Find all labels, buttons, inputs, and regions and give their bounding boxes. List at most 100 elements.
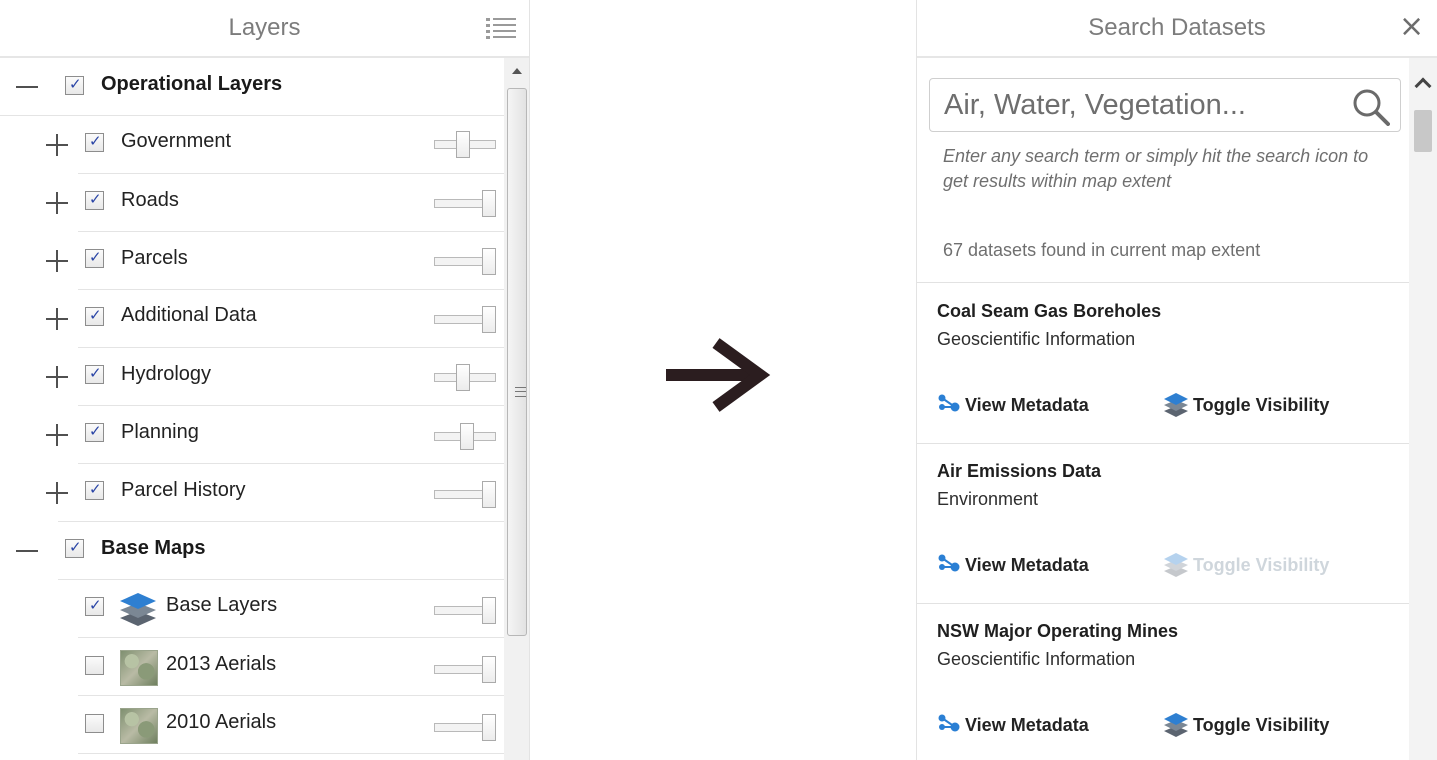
expand-icon[interactable] (46, 308, 68, 330)
toggle-visibility-button[interactable]: Toggle Visibility (1163, 551, 1329, 579)
view-metadata-button[interactable]: View Metadata (937, 711, 1089, 739)
search-box (929, 78, 1401, 132)
toggle-visibility-label: Toggle Visibility (1193, 394, 1330, 415)
view-metadata-button[interactable]: View Metadata (937, 551, 1089, 579)
layers-stack-icon (120, 593, 156, 626)
collapse-icon[interactable] (16, 540, 38, 562)
opacity-slider[interactable] (434, 423, 496, 451)
list-icon[interactable] (486, 17, 516, 41)
layer-checkbox[interactable] (85, 422, 104, 442)
close-icon[interactable]: × (1399, 12, 1424, 42)
slider-thumb[interactable] (482, 306, 496, 333)
basemap-row: 2010 Aerials (0, 696, 504, 754)
expand-icon[interactable] (46, 192, 68, 214)
result-card: Air Emissions Data Environment View Meta… (917, 443, 1409, 604)
layer-label: 2013 Aerials (166, 653, 277, 675)
layer-row: Parcel History (0, 464, 504, 522)
layer-group-basemaps: Base Maps (0, 522, 504, 580)
slider-thumb[interactable] (456, 131, 470, 158)
scrollbar-thumb[interactable] (507, 88, 527, 636)
layer-row: Roads (0, 174, 504, 232)
opacity-slider[interactable] (434, 597, 496, 625)
aerial-thumbnail (120, 708, 158, 744)
group-checkbox[interactable] (65, 538, 84, 558)
metadata-icon (938, 394, 960, 412)
layer-checkbox[interactable] (85, 596, 104, 616)
slider-thumb[interactable] (482, 190, 496, 217)
toggle-visibility-button[interactable]: Toggle Visibility (1163, 391, 1329, 419)
layer-checkbox[interactable] (85, 480, 104, 500)
search-hint: Enter any search term or simply hit the … (943, 146, 1369, 191)
slider-thumb[interactable] (460, 423, 474, 450)
result-count: 67 datasets found in current map extent (943, 240, 1261, 260)
slider-thumb[interactable] (482, 597, 496, 624)
layer-checkbox[interactable] (85, 190, 104, 210)
result-title: Coal Seam Gas Boreholes (937, 301, 1162, 321)
slider-thumb[interactable] (456, 364, 470, 391)
layer-checkbox[interactable] (85, 714, 104, 733)
scrollbar-thumb[interactable] (1414, 110, 1432, 152)
expand-icon[interactable] (46, 424, 68, 446)
result-category: Geoscientific Information (937, 329, 1136, 349)
result-category: Geoscientific Information (937, 649, 1136, 669)
opacity-slider[interactable] (434, 714, 496, 742)
layers-stack-icon (1164, 553, 1188, 577)
view-metadata-label: View Metadata (965, 714, 1089, 735)
slider-thumb[interactable] (482, 714, 496, 741)
layer-label: Parcels (121, 247, 188, 269)
view-metadata-button[interactable]: View Metadata (937, 391, 1089, 419)
opacity-slider[interactable] (434, 190, 496, 218)
search-input[interactable] (944, 85, 1334, 125)
layer-checkbox[interactable] (85, 132, 104, 152)
layer-checkbox[interactable] (85, 656, 104, 675)
search-icon[interactable] (1352, 88, 1390, 126)
layer-checkbox[interactable] (85, 364, 104, 384)
layers-scrollbar[interactable] (504, 58, 529, 760)
metadata-icon (938, 714, 960, 732)
opacity-slider[interactable] (434, 306, 496, 334)
basemap-row: 2013 Aerials (0, 638, 504, 696)
expand-icon[interactable] (46, 366, 68, 388)
slider-thumb[interactable] (482, 656, 496, 683)
expand-icon[interactable] (46, 482, 68, 504)
result-title: Air Emissions Data (937, 461, 1102, 481)
layer-label: Government (121, 130, 232, 152)
opacity-slider[interactable] (434, 131, 496, 159)
grip-icon (515, 387, 526, 397)
layer-label: Parcel History (121, 479, 246, 501)
layers-panel: Layers Operational Layers Government (0, 0, 530, 760)
layer-label: Hydrology (121, 363, 212, 385)
layers-stack-icon (1164, 713, 1188, 737)
opacity-slider[interactable] (434, 656, 496, 684)
aerial-thumbnail (120, 650, 158, 686)
layer-label: Roads (121, 189, 179, 211)
expand-icon[interactable] (46, 250, 68, 272)
layer-row: Additional Data (0, 290, 504, 348)
scroll-up-icon[interactable] (512, 68, 522, 74)
chevron-up-icon[interactable] (1414, 77, 1432, 95)
toggle-visibility-label: Toggle Visibility (1193, 714, 1330, 735)
group-checkbox[interactable] (65, 75, 84, 95)
search-panel-title: Search Datasets (1088, 14, 1266, 41)
toggle-visibility-label: Toggle Visibility (1193, 554, 1330, 575)
layer-label: 2010 Aerials (166, 711, 277, 733)
layer-checkbox[interactable] (85, 306, 104, 326)
collapse-icon[interactable] (16, 76, 38, 98)
opacity-slider[interactable] (434, 364, 496, 392)
opacity-slider[interactable] (434, 248, 496, 276)
right-arrow-icon (666, 338, 771, 412)
expand-icon[interactable] (46, 134, 68, 156)
layer-row: Parcels (0, 232, 504, 290)
toggle-visibility-button[interactable]: Toggle Visibility (1163, 711, 1329, 739)
layer-list: Operational Layers Government Roads Parc… (0, 58, 504, 760)
slider-thumb[interactable] (482, 248, 496, 275)
result-title: NSW Major Operating Mines (937, 621, 1179, 641)
opacity-slider[interactable] (434, 481, 496, 509)
layer-checkbox[interactable] (85, 248, 104, 268)
result-card: NSW Major Operating Mines Geoscientific … (917, 603, 1409, 760)
metadata-icon (938, 554, 960, 572)
search-content: Enter any search term or simply hit the … (917, 58, 1409, 760)
search-panel-header: Search Datasets × (917, 0, 1437, 58)
slider-thumb[interactable] (482, 481, 496, 508)
search-scrollbar[interactable] (1409, 58, 1437, 760)
